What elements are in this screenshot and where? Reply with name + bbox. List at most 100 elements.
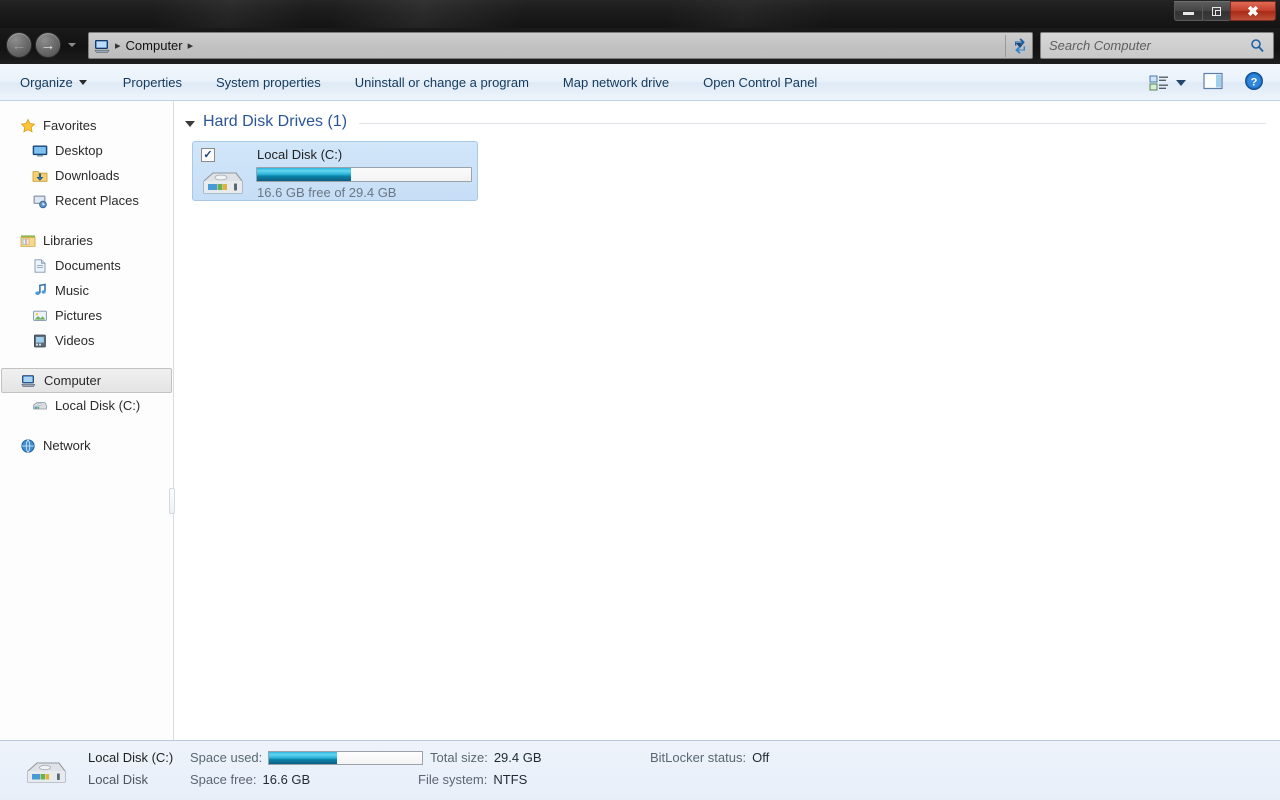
toolbar-item-map-network-drive[interactable]: Map network drive xyxy=(553,71,679,94)
sidebar-item-music[interactable]: Music xyxy=(0,278,173,303)
chevron-down-icon[interactable] xyxy=(1176,79,1186,86)
navigation-pane[interactable]: Favorites Desktop Downloads Recent Place… xyxy=(0,101,174,740)
desktop-icon xyxy=(32,143,48,159)
sidebar-label: Local Disk (C:) xyxy=(55,398,141,413)
navigation-buttons: ← → xyxy=(6,32,76,58)
restore-icon xyxy=(1212,6,1221,16)
toolbar-item-organize[interactable]: Organize xyxy=(10,71,97,94)
videos-library-icon xyxy=(32,333,48,349)
details-field-space-used: Space used: xyxy=(190,750,424,765)
details-field-bitlocker-status: BitLocker status: Off xyxy=(650,750,769,765)
toolbar-label: Open Control Panel xyxy=(703,74,818,90)
hard-disk-icon xyxy=(32,398,48,414)
sidebar-item-pictures[interactable]: Pictures xyxy=(0,303,173,328)
sidebar-label: Pictures xyxy=(55,308,102,323)
sidebar-item-documents[interactable]: Documents xyxy=(0,253,173,278)
change-view-button[interactable] xyxy=(1145,71,1190,95)
restore-button[interactable] xyxy=(1202,1,1231,21)
field-value: 16.6 GB xyxy=(262,772,311,787)
hard-disk-icon xyxy=(26,757,68,787)
toolbar-label: System properties xyxy=(216,74,321,90)
field-value: 29.4 GB xyxy=(493,750,542,765)
close-button[interactable]: ✖ xyxy=(1230,1,1276,21)
file-list-pane[interactable]: Hard Disk Drives (1) ✓ Local Disk (C:) 1… xyxy=(175,101,1280,740)
details-subtitle: Local Disk xyxy=(88,772,148,787)
sidebar-label: Computer xyxy=(44,373,102,388)
minimize-button[interactable] xyxy=(1174,1,1203,21)
chevron-down-icon xyxy=(78,79,87,85)
toolbar-item-open-control-panel[interactable]: Open Control Panel xyxy=(693,71,827,94)
checkmark-icon: ✓ xyxy=(203,148,213,161)
details-pane: Local Disk (C:) Local Disk Space used: S… xyxy=(0,740,1280,800)
breadcrumb-separator: ▸ xyxy=(115,40,121,52)
sidebar-label: Favorites xyxy=(43,118,97,133)
star-icon xyxy=(20,117,36,134)
recent-places-icon xyxy=(32,193,48,209)
preview-pane-icon xyxy=(1203,72,1223,90)
address-bar[interactable]: ▸ Computer ▸ xyxy=(88,32,1033,59)
sidebar-item-videos[interactable]: Videos xyxy=(0,328,173,353)
breadcrumb-computer[interactable]: Computer xyxy=(126,38,183,53)
collapse-triangle-icon[interactable] xyxy=(185,120,195,127)
sidebar-label: Recent Places xyxy=(55,193,139,208)
sidebar-item-computer[interactable]: Computer xyxy=(1,368,172,393)
sidebar-group-favorites[interactable]: Favorites xyxy=(0,113,173,138)
sidebar-item-desktop[interactable]: Desktop xyxy=(0,138,173,163)
toolbar-item-uninstall-or-change-a-program[interactable]: Uninstall or change a program xyxy=(345,71,539,94)
sidebar-item-downloads[interactable]: Downloads xyxy=(0,163,173,188)
sidebar-group-libraries[interactable]: Libraries xyxy=(0,228,173,253)
forward-arrow-icon: → xyxy=(40,36,56,54)
help-button[interactable]: ? xyxy=(1236,68,1272,97)
hard-disk-icon xyxy=(201,166,245,198)
drive-usage-bar xyxy=(256,167,472,182)
drive-tile-local-disk-c[interactable]: ✓ Local Disk (C:) 16.6 GB free of 29.4 G… xyxy=(192,141,478,201)
help-icon: ? xyxy=(1245,72,1263,90)
details-field-space-free: Space free: 16.6 GB xyxy=(190,772,310,787)
sidebar-label: Libraries xyxy=(43,233,93,248)
sidebar-label: Music xyxy=(55,283,89,298)
drive-checkbox[interactable]: ✓ xyxy=(201,148,215,162)
toolbar-item-system-properties[interactable]: System properties xyxy=(206,71,331,94)
breadcrumb-separator-trailing[interactable]: ▸ xyxy=(188,39,194,52)
downloads-folder-icon xyxy=(32,168,48,184)
drive-name: Local Disk (C:) xyxy=(257,147,343,162)
details-field-file-system: File system: NTFS xyxy=(418,772,527,787)
sidebar-item-local-disk-c[interactable]: Local Disk (C:) xyxy=(0,393,173,418)
recent-pages-chevron-icon[interactable] xyxy=(68,43,76,47)
space-used-fill xyxy=(269,751,337,764)
back-button[interactable]: ← xyxy=(6,32,32,58)
field-label: BitLocker status: xyxy=(650,750,747,765)
sidebar-label: Network xyxy=(43,438,91,453)
preview-pane-button[interactable] xyxy=(1194,68,1232,97)
title-bar: ✖ xyxy=(0,0,1280,28)
field-label: Space used: xyxy=(190,750,263,765)
libraries-icon xyxy=(20,233,36,249)
refresh-icon xyxy=(1015,37,1025,54)
minimize-icon xyxy=(1183,12,1194,15)
sidebar-label: Videos xyxy=(55,333,95,348)
documents-library-icon xyxy=(32,258,48,274)
search-icon[interactable] xyxy=(1250,38,1265,56)
group-header-hard-disk-drives[interactable]: Hard Disk Drives (1) xyxy=(185,113,1266,131)
toolbar-item-properties[interactable]: Properties xyxy=(113,71,192,94)
details-field-total-size: Total size: 29.4 GB xyxy=(430,750,542,765)
svg-text:?: ? xyxy=(1251,76,1258,88)
sidebar-item-recent-places[interactable]: Recent Places xyxy=(0,188,173,213)
window-controls: ✖ xyxy=(1174,1,1276,21)
network-icon xyxy=(20,438,36,454)
search-input[interactable]: Search Computer xyxy=(1049,38,1151,53)
forward-button[interactable]: → xyxy=(35,32,61,58)
drive-usage-fill xyxy=(257,168,352,181)
toolbar-label: Uninstall or change a program xyxy=(354,74,529,90)
refresh-button[interactable] xyxy=(1008,32,1032,59)
search-box[interactable]: Search Computer xyxy=(1040,32,1274,59)
sidebar-group-network[interactable]: Network xyxy=(0,433,173,458)
sidebar-label: Documents xyxy=(55,258,121,273)
close-icon: ✖ xyxy=(1247,3,1259,19)
toolbar-right-group: ? xyxy=(1145,64,1272,101)
drive-free-space-text: 16.6 GB free of 29.4 GB xyxy=(257,185,397,200)
field-label: Space free: xyxy=(190,772,257,787)
